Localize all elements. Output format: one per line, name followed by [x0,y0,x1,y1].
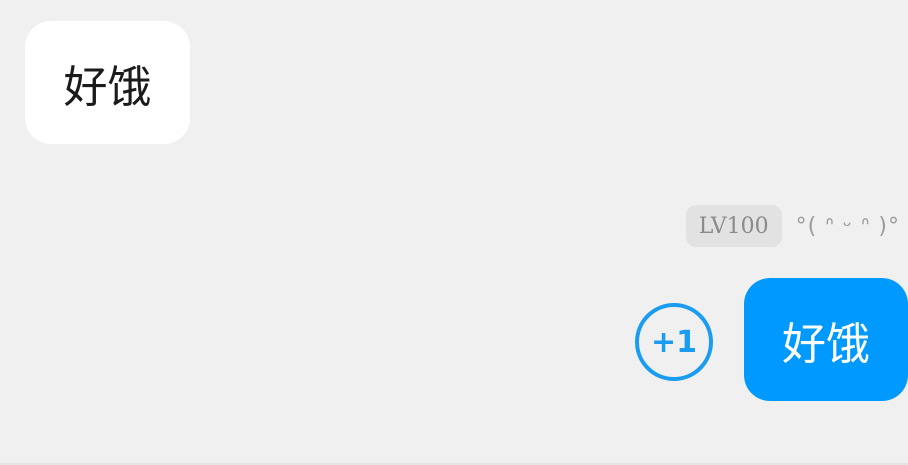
incoming-message-bubble[interactable]: 好饿 [25,21,190,144]
incoming-message-text: 好饿 [63,61,152,113]
plus-one-button[interactable]: +1 [635,303,713,381]
sender-nickname[interactable]: °( ᐢ ᵕ ᐢ )° [796,214,900,239]
outgoing-message-bubble[interactable]: 好饿 [744,278,908,401]
level-badge: LV100 [685,205,782,247]
sender-meta-row: LV100 °( ᐢ ᵕ ᐢ )° [685,200,900,252]
outgoing-message-text: 好饿 [782,318,870,370]
plus-one-label: +1 [650,324,697,360]
